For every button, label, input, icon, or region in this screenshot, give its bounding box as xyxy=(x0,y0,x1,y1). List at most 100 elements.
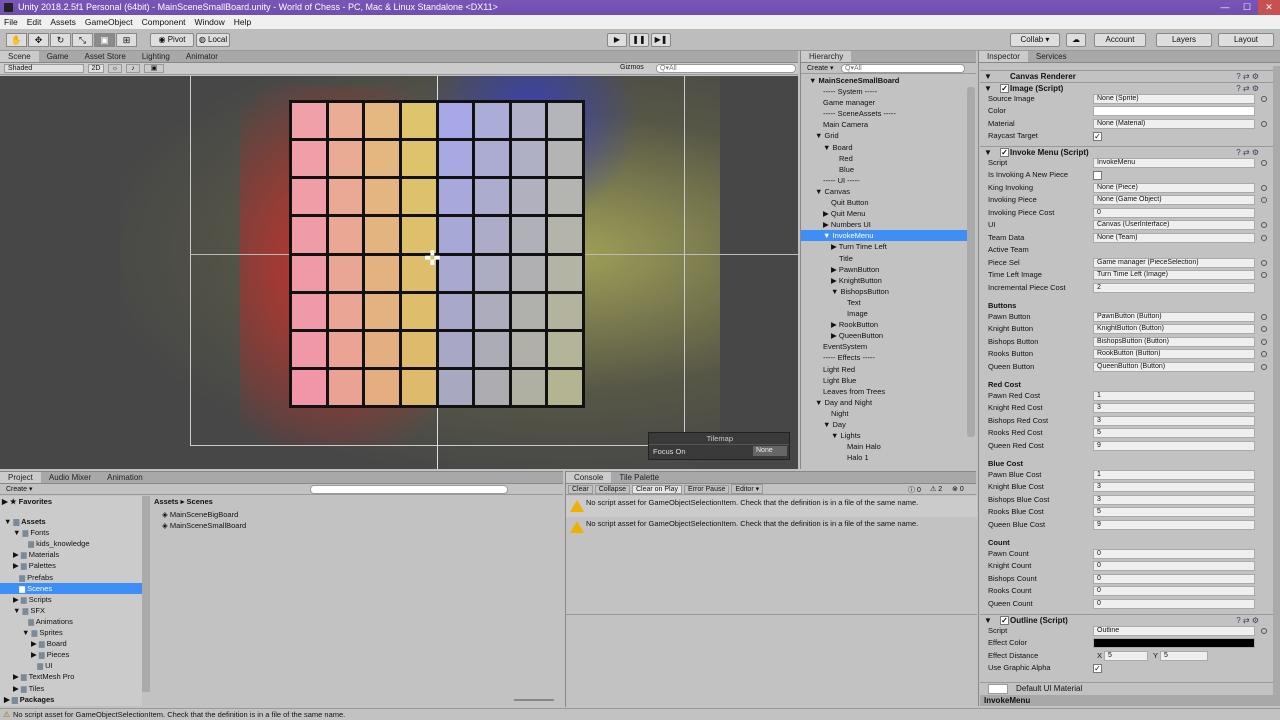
effects-toggle-icon[interactable]: ▣ xyxy=(144,64,164,73)
menu-component[interactable]: Component xyxy=(142,17,186,27)
field-value[interactable]: RookButton (Button) xyxy=(1093,349,1255,359)
2d-toggle[interactable]: 2D xyxy=(88,64,104,73)
tab-asset-store[interactable]: Asset Store xyxy=(76,51,133,62)
effect-distance-x[interactable]: 5 xyxy=(1104,651,1148,661)
log-count-toggle[interactable]: ⓘ 0 xyxy=(908,485,921,495)
board-tile[interactable] xyxy=(511,103,546,139)
menu-window[interactable]: Window xyxy=(195,17,225,27)
board-tile[interactable] xyxy=(328,217,363,253)
collapsed-arrow-icon[interactable]: ▶ xyxy=(831,331,839,340)
project-tree-scrollbar[interactable] xyxy=(142,496,150,692)
hierarchy-item[interactable]: Night xyxy=(801,408,967,419)
board-tile[interactable] xyxy=(365,369,399,405)
hierarchy-item[interactable]: Leaves from Trees xyxy=(801,386,967,397)
object-picker-icon[interactable] xyxy=(1261,96,1267,102)
board-tile[interactable] xyxy=(328,293,363,329)
board-tile[interactable] xyxy=(438,293,473,329)
expanded-arrow-icon[interactable]: ▼ xyxy=(13,528,23,537)
object-picker-icon[interactable] xyxy=(1261,314,1267,320)
hierarchy-item[interactable]: Main Camera xyxy=(801,119,967,130)
hierarchy-item[interactable]: ▼ Day and Night xyxy=(801,397,967,408)
field-value[interactable]: 9 xyxy=(1093,441,1255,451)
field-value[interactable]: 1 xyxy=(1093,470,1255,480)
canvas-renderer-header[interactable]: ▼ Canvas Renderer? ⇄ ⚙ xyxy=(980,70,1273,82)
object-picker-icon[interactable] xyxy=(1261,197,1267,203)
tab-inspector[interactable]: Inspector xyxy=(979,51,1028,62)
field-value[interactable]: Outline xyxy=(1093,626,1255,636)
transform-tool-icon[interactable]: ⊞ xyxy=(116,33,137,47)
warning-count-toggle[interactable]: ⚠ 2 xyxy=(930,485,942,493)
project-folder[interactable]: ▶ ▆ Materials xyxy=(0,549,142,560)
menu-file[interactable]: File xyxy=(4,17,18,27)
shading-dropdown[interactable]: Shaded xyxy=(4,64,84,73)
project-folder[interactable]: ▼ ▆ Sprites xyxy=(0,627,142,638)
hierarchy-item[interactable]: Red xyxy=(801,153,967,164)
effect-distance-y[interactable]: 5 xyxy=(1160,651,1208,661)
field-value[interactable]: KnightButton (Button) xyxy=(1093,324,1255,334)
error-count-toggle[interactable]: ⊗ 0 xyxy=(952,485,964,493)
hierarchy-item[interactable]: ▼ InvokeMenu xyxy=(801,230,967,242)
object-picker-icon[interactable] xyxy=(1261,222,1267,228)
field-value[interactable]: 5 xyxy=(1093,428,1255,438)
account-dropdown[interactable]: Account xyxy=(1094,33,1146,47)
expanded-arrow-icon[interactable]: ▼ xyxy=(815,187,825,196)
tab-tile-palette[interactable]: Tile Palette xyxy=(611,472,667,483)
hierarchy-scene-root[interactable]: ▼ MainSceneSmallBoard xyxy=(809,75,899,86)
project-folder[interactable]: ▶ ▆ Board xyxy=(0,638,142,649)
maximize-button[interactable]: ☐ xyxy=(1236,0,1258,15)
board-tile[interactable] xyxy=(548,293,582,329)
board-tile[interactable] xyxy=(328,255,363,291)
board-tile[interactable] xyxy=(401,369,436,405)
tab-console[interactable]: Console xyxy=(566,472,612,483)
board-tile[interactable] xyxy=(438,103,473,139)
field-value[interactable]: Turn Time Left (Image) xyxy=(1093,270,1255,280)
project-folder[interactable]: ▶ ▆ TextMesh Pro xyxy=(0,671,142,682)
expanded-arrow-icon[interactable]: ▼ xyxy=(831,431,841,440)
tab-audio-mixer[interactable]: Audio Mixer xyxy=(41,472,99,483)
collab-button[interactable]: Collab ▾ xyxy=(1010,33,1060,47)
project-folder[interactable]: ▶ ▆ Tiles xyxy=(0,683,142,694)
hierarchy-item[interactable]: ▼ Grid xyxy=(801,130,967,141)
pause-button[interactable]: ❚❚ xyxy=(629,33,649,47)
board-tile[interactable] xyxy=(438,217,473,253)
collapsed-arrow-icon[interactable]: ▶ xyxy=(831,242,839,251)
hierarchy-item[interactable]: ▶ QueenButton xyxy=(801,330,967,341)
hand-tool-icon[interactable]: ✋ xyxy=(6,33,27,47)
status-message[interactable]: No script asset for GameObjectSelectionI… xyxy=(13,710,345,719)
icon-size-slider[interactable] xyxy=(514,699,554,701)
play-button[interactable]: ▶ xyxy=(607,33,627,47)
board-tile[interactable] xyxy=(475,331,509,367)
hierarchy-item[interactable]: Title xyxy=(801,253,967,264)
object-picker-icon[interactable] xyxy=(1261,272,1267,278)
board-tile[interactable] xyxy=(511,141,546,177)
field-value[interactable]: None (Material) xyxy=(1093,119,1255,129)
component-enabled-checkbox[interactable]: ✓ xyxy=(1000,616,1009,625)
gizmos-dropdown[interactable]: Gizmos xyxy=(620,64,644,71)
project-create-dropdown[interactable]: Create ▾ xyxy=(6,485,32,493)
hierarchy-item[interactable]: ▶ Numbers UI xyxy=(801,219,967,230)
board-tile[interactable] xyxy=(328,103,363,139)
expanded-arrow-icon[interactable]: ▼ xyxy=(815,398,825,407)
board-tile[interactable] xyxy=(511,369,546,405)
hierarchy-item[interactable]: Quit Button xyxy=(801,197,967,208)
hierarchy-item[interactable]: Halo 1 xyxy=(801,452,967,463)
field-value[interactable]: 0 xyxy=(1093,574,1255,584)
project-folder[interactable]: ▆ Prefabs xyxy=(0,572,142,583)
project-search-input[interactable] xyxy=(310,485,508,494)
collapsed-arrow-icon[interactable]: ▶ xyxy=(13,672,21,681)
hierarchy-item[interactable]: ▶ RookButton xyxy=(801,319,967,330)
board-tile[interactable] xyxy=(511,331,546,367)
board-tile[interactable] xyxy=(511,179,546,215)
field-value[interactable]: None (Game Object) xyxy=(1093,195,1255,205)
image-script-header[interactable]: ▼ ✓ Image (Script)? ⇄ ⚙ xyxy=(980,82,1273,94)
board-tile[interactable] xyxy=(548,179,582,215)
board-tile[interactable] xyxy=(292,179,326,215)
field-value[interactable]: 3 xyxy=(1093,416,1255,426)
hierarchy-search-input[interactable]: Q▾All xyxy=(841,64,965,73)
hierarchy-item[interactable]: ▼ Day xyxy=(801,419,967,430)
project-folder[interactable]: ▆ UI xyxy=(0,660,142,671)
hierarchy-create-dropdown[interactable]: Create ▾ xyxy=(807,64,833,72)
board-tile[interactable] xyxy=(548,141,582,177)
invoke-menu-header[interactable]: ▼ ✓ Invoke Menu (Script)? ⇄ ⚙ xyxy=(980,146,1273,158)
hierarchy-item[interactable]: Main Halo xyxy=(801,441,967,452)
